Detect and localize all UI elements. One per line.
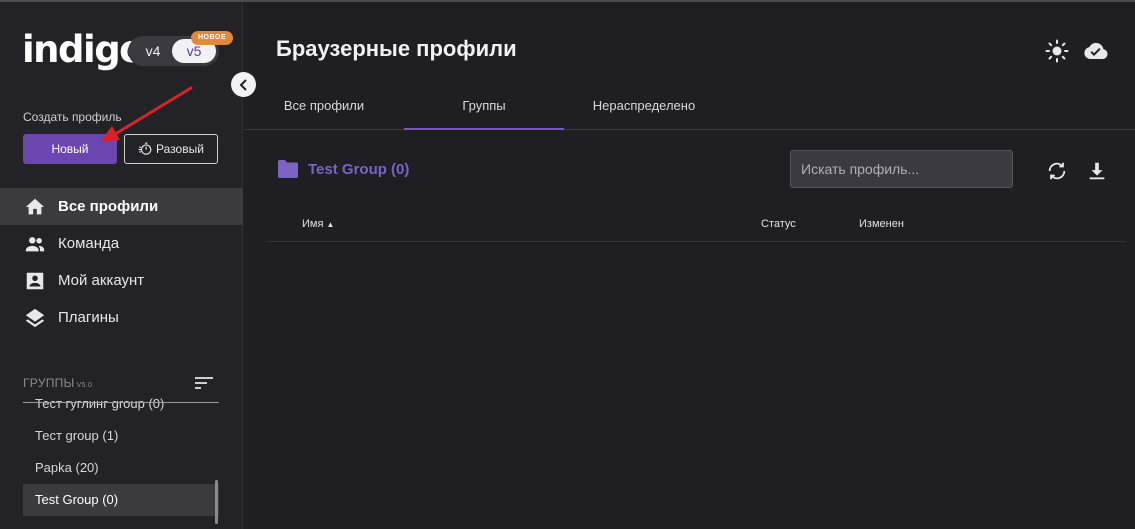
group-item[interactable]: Papka (20): [23, 452, 219, 484]
page-title: Браузерные профили: [276, 36, 517, 61]
group-count: (0): [148, 396, 165, 411]
tab-unassigned[interactable]: Нераспределено: [564, 86, 724, 130]
sidebar-nav: Все профили Команда Мой аккаунт Плагины: [0, 188, 243, 336]
new-badge: НОВОЕ: [191, 31, 233, 45]
search-input[interactable]: [790, 150, 1013, 188]
download-icon[interactable]: [1086, 160, 1108, 182]
group-count: (1): [102, 428, 119, 443]
sidebar-item-all-profiles[interactable]: Все профили: [0, 188, 243, 225]
home-icon: [25, 198, 45, 214]
layers-icon: [25, 308, 45, 327]
group-label: Тест group: [35, 428, 99, 443]
sidebar-item-account[interactable]: Мой аккаунт: [0, 262, 243, 299]
group-item[interactable]: Тест group (1): [23, 420, 219, 452]
sidebar: indigo v4 v5 НОВОЕ Создать профиль Новый…: [0, 2, 243, 529]
group-label: Тест гуглинг group: [35, 396, 145, 411]
tab-all-profiles[interactable]: Все профили: [244, 86, 404, 130]
sort-asc-icon: ▲: [326, 220, 335, 229]
sidebar-item-label: Плагины: [58, 309, 119, 326]
version-v4-option[interactable]: v4: [138, 36, 168, 66]
oneoff-profile-button[interactable]: Разовый: [124, 134, 218, 164]
indigo-logo: indigo: [22, 28, 145, 71]
timer-icon: [138, 142, 152, 155]
group-count: (20): [75, 460, 99, 475]
folder-icon: [278, 160, 298, 178]
table-header: Имя ▲ Статус Изменен: [267, 210, 1126, 242]
group-label: Papka: [35, 460, 72, 475]
sun-icon[interactable]: [1045, 39, 1069, 63]
groups-divider: [23, 402, 219, 403]
sidebar-item-label: Все профили: [58, 198, 159, 215]
collapse-sidebar-button[interactable]: [231, 72, 256, 97]
groups-scrollbar[interactable]: [215, 480, 218, 524]
sidebar-item-label: Команда: [58, 235, 120, 252]
group-count: (0): [102, 492, 119, 507]
group-label: Test Group: [35, 492, 99, 507]
cloud-done-icon[interactable]: [1084, 39, 1108, 63]
account-box-icon: [26, 272, 44, 289]
group-item[interactable]: Test Group (0): [23, 484, 219, 516]
group-title: Test Group (0): [308, 161, 410, 178]
groups-list: Тест гуглинг group (0) Тест group (1) Pa…: [23, 388, 219, 528]
sidebar-item-label: Мой аккаунт: [58, 272, 145, 289]
new-profile-button[interactable]: Новый: [23, 134, 117, 164]
create-profile-label: Создать профиль: [23, 110, 122, 124]
chevron-left-icon: [239, 78, 247, 91]
tab-groups[interactable]: Группы: [404, 86, 564, 130]
sidebar-item-plugins[interactable]: Плагины: [0, 299, 243, 336]
column-modified-header[interactable]: Изменен: [859, 218, 904, 230]
group-item[interactable]: Тест гуглинг group (0): [23, 388, 219, 420]
people-icon: [25, 236, 45, 251]
sync-icon[interactable]: [1046, 160, 1068, 182]
column-status-header[interactable]: Статус: [761, 218, 796, 230]
column-name-header[interactable]: Имя ▲: [302, 218, 334, 230]
sidebar-item-team[interactable]: Команда: [0, 225, 243, 262]
column-name-label: Имя: [302, 218, 324, 230]
oneoff-label: Разовый: [156, 142, 204, 156]
profile-tabs: Все профили Группы Нераспределено: [244, 86, 1135, 130]
